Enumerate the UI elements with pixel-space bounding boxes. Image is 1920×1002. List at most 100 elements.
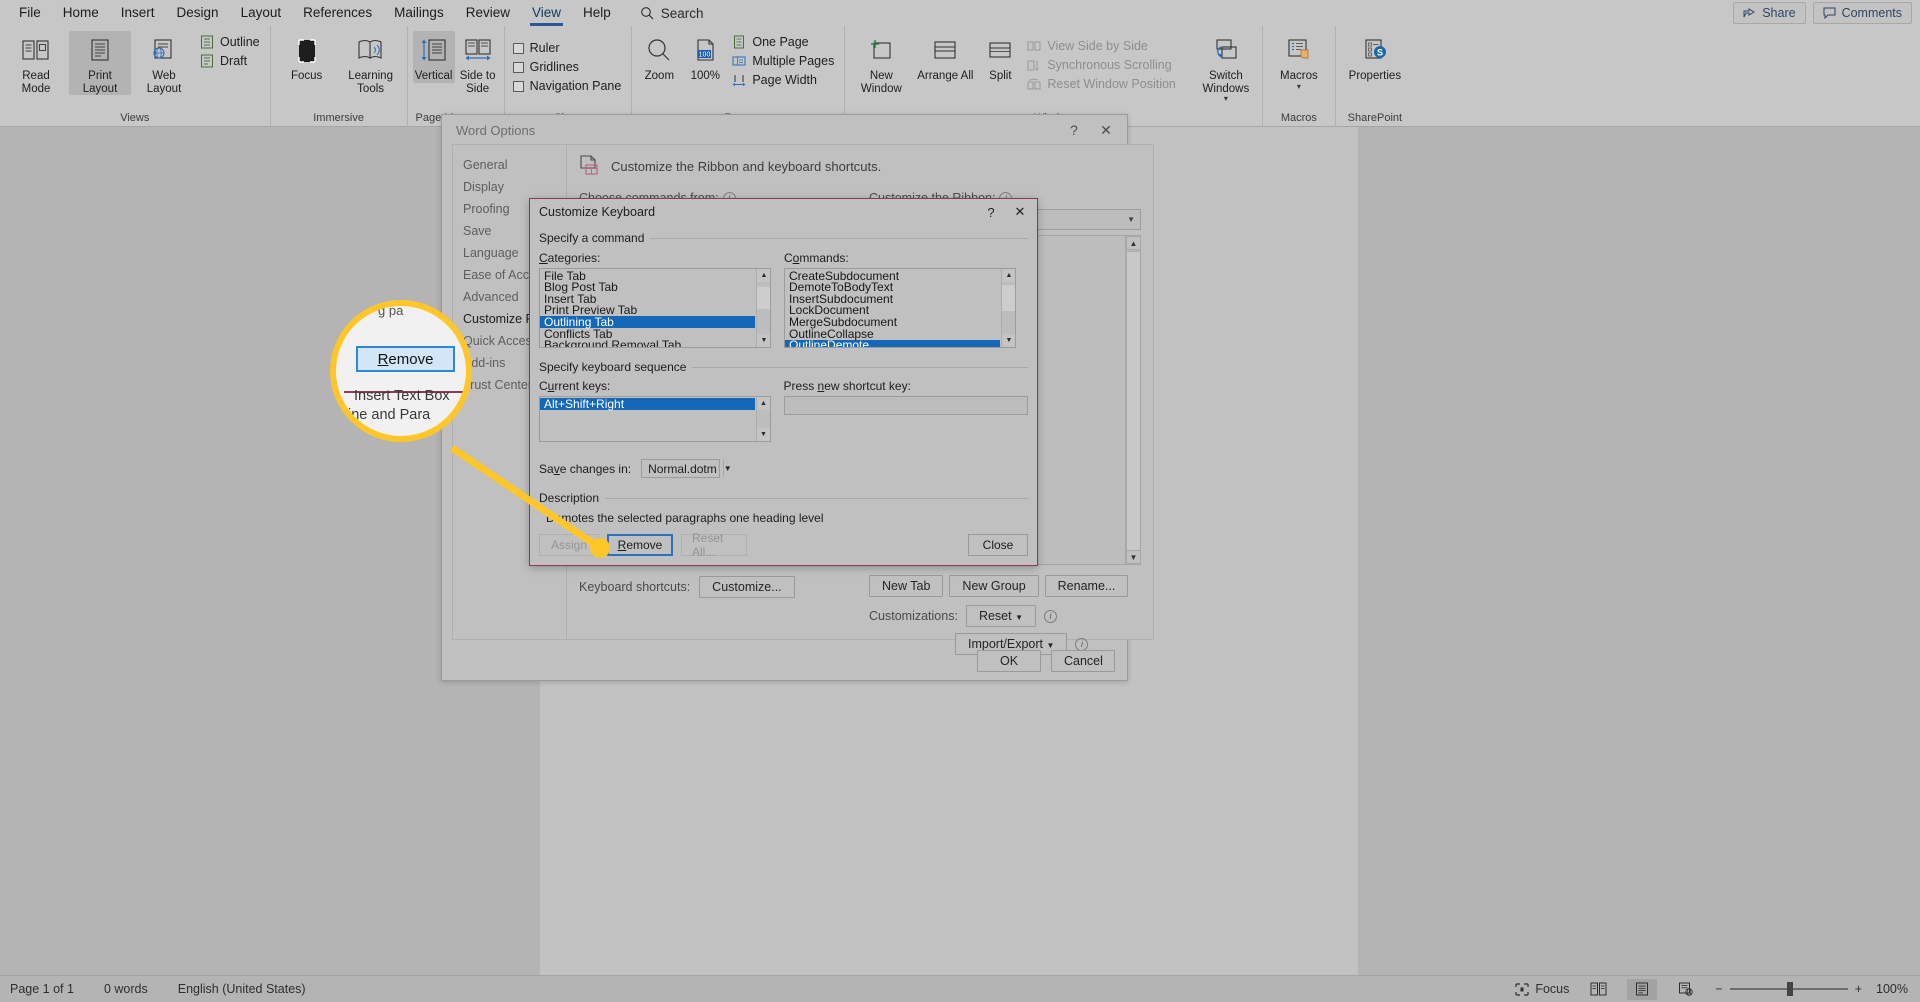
comments-button[interactable]: Comments	[1812, 2, 1912, 24]
sidebar-item-general[interactable]: General	[453, 154, 566, 176]
close-icon[interactable]: ✕	[1091, 119, 1121, 141]
one-page-button[interactable]: One Page	[729, 33, 839, 51]
customize-keyboard-button[interactable]: Customize...	[699, 576, 795, 598]
list-item[interactable]: Background Removal Tab	[540, 339, 755, 347]
tab-view[interactable]: View	[521, 2, 572, 26]
zoom-in-button[interactable]: +	[1855, 982, 1862, 996]
share-button[interactable]: Share	[1733, 2, 1806, 24]
focus-button[interactable]: Focus	[276, 31, 338, 83]
macros-button[interactable]: Macros ▾	[1268, 31, 1330, 91]
scroll-down-icon[interactable]: ▼	[757, 334, 770, 347]
new-window-button[interactable]: New Window	[850, 31, 912, 95]
web-layout-button[interactable]: Web Layout	[133, 31, 195, 95]
scroll-up-icon[interactable]: ▲	[1126, 236, 1140, 250]
assign-button[interactable]: Assign	[539, 534, 599, 556]
draft-button[interactable]: Draft	[197, 52, 265, 70]
ok-button[interactable]: OK	[977, 650, 1041, 672]
magnified-remove-label: Remove	[377, 350, 434, 368]
tab-layout[interactable]: Layout	[230, 2, 293, 25]
right-listbox-scrollbar[interactable]: ▲ ▼	[1125, 236, 1140, 564]
list-item-selected[interactable]: OutlineDemote	[785, 339, 1000, 347]
description-legend: Description	[539, 491, 606, 505]
properties-button[interactable]: S Properties	[1341, 31, 1409, 83]
scroll-down-icon[interactable]: ▼	[1126, 550, 1140, 564]
navigation-pane-checkbox[interactable]: Navigation Pane	[510, 77, 627, 95]
zoom-out-button[interactable]: −	[1715, 982, 1722, 996]
tab-file[interactable]: File	[8, 2, 52, 25]
commands-listbox[interactable]: CreateSubdocument DemoteToBodyText Inser…	[784, 268, 1016, 348]
current-keys-scrollbar[interactable]: ▲ ▼	[755, 397, 770, 441]
zoom-slider[interactable]: − +	[1715, 982, 1862, 996]
info-icon[interactable]: i	[1044, 609, 1057, 623]
status-bar-left: Page 1 of 1 0 words English (United Stat…	[0, 982, 306, 996]
synchronous-scrolling-button[interactable]: Synchronous Scrolling	[1024, 56, 1181, 74]
web-layout-view-icon[interactable]	[1671, 979, 1701, 1000]
outline-button[interactable]: Outline	[197, 33, 265, 51]
switch-windows-button[interactable]: Switch Windows ▾	[1195, 31, 1257, 103]
sidebar-item-display[interactable]: Display	[453, 176, 566, 198]
reset-window-position-button[interactable]: Reset Window Position	[1024, 75, 1181, 93]
new-window-icon	[866, 34, 896, 68]
vertical-button[interactable]: Vertical	[412, 31, 455, 83]
zoom-button[interactable]: Zoom	[637, 31, 681, 83]
magnified-remove-button[interactable]: Remove	[356, 346, 455, 372]
current-keys-listbox[interactable]: Alt+Shift+Right ▲ ▼	[539, 396, 771, 442]
word-count[interactable]: 0 words	[104, 982, 148, 996]
press-new-shortcut-input[interactable]	[783, 396, 1028, 415]
language-indicator[interactable]: English (United States)	[178, 982, 306, 996]
ruler-checkbox[interactable]: Ruler	[510, 39, 627, 57]
info-icon[interactable]: i	[1075, 637, 1089, 651]
cancel-button[interactable]: Cancel	[1051, 650, 1115, 672]
rename-button[interactable]: Rename...	[1044, 575, 1129, 597]
commands-scrollbar[interactable]: ▲ ▼	[1001, 269, 1015, 347]
chevron-down-icon: ▾	[1296, 81, 1301, 91]
zoom-level-label[interactable]: 100%	[1876, 982, 1908, 996]
help-button[interactable]: ?	[1059, 119, 1089, 141]
tab-references[interactable]: References	[292, 2, 383, 25]
view-side-by-side-button[interactable]: View Side by Side	[1024, 37, 1181, 55]
help-button[interactable]: ?	[978, 202, 1004, 222]
reset-all-button[interactable]: Reset All...	[681, 531, 747, 559]
reset-button[interactable]: Reset ▼	[965, 605, 1036, 627]
gridlines-checkbox[interactable]: Gridlines	[510, 58, 627, 76]
close-icon[interactable]: ✕	[1007, 202, 1033, 222]
new-group-button[interactable]: New Group	[949, 575, 1039, 597]
new-tab-button[interactable]: New Tab	[869, 575, 944, 597]
tab-review[interactable]: Review	[455, 2, 521, 25]
list-item-selected[interactable]: Alt+Shift+Right	[540, 398, 755, 410]
arrange-all-button[interactable]: Arrange All	[914, 31, 976, 83]
read-mode-button[interactable]: Read Mode	[5, 31, 67, 95]
magnified-line-1: Insert Text Box	[354, 388, 450, 404]
chevron-down-icon[interactable]: ▼	[722, 460, 732, 477]
print-layout-view-icon[interactable]	[1627, 978, 1658, 1000]
page-indicator[interactable]: Page 1 of 1	[10, 982, 74, 996]
focus-mode-button[interactable]: Focus	[1515, 982, 1569, 996]
categories-scrollbar[interactable]: ▲ ▼	[756, 269, 770, 347]
scroll-down-icon[interactable]: ▼	[1002, 334, 1015, 347]
split-button[interactable]: Split	[978, 31, 1022, 83]
save-changes-dropdown[interactable]: Normal.dotm ▼	[641, 459, 732, 478]
tab-help[interactable]: Help	[572, 2, 622, 25]
search-box[interactable]: Search	[640, 6, 704, 21]
zoom-slider-thumb[interactable]	[1786, 982, 1793, 996]
tab-mailings[interactable]: Mailings	[383, 2, 455, 25]
remove-button[interactable]: Remove	[607, 534, 673, 556]
scroll-up-icon[interactable]: ▲	[756, 397, 770, 410]
tab-insert[interactable]: Insert	[110, 2, 166, 25]
zoom-slider-track[interactable]	[1729, 982, 1848, 996]
scroll-up-icon[interactable]: ▲	[757, 269, 770, 282]
close-button[interactable]: Close	[968, 534, 1028, 556]
scroll-down-icon[interactable]: ▼	[756, 428, 770, 441]
page-width-button[interactable]: Page Width	[729, 71, 839, 89]
tab-home[interactable]: Home	[52, 2, 110, 25]
scroll-up-icon[interactable]: ▲	[1002, 269, 1015, 282]
learning-tools-button[interactable]: Learning Tools	[340, 31, 402, 95]
print-layout-button[interactable]: Print Layout	[69, 31, 131, 95]
multiple-pages-button[interactable]: Multiple Pages	[729, 52, 839, 70]
zoom-100-button[interactable]: 100 100%	[683, 31, 727, 83]
read-mode-view-icon[interactable]	[1583, 979, 1613, 1000]
categories-listbox[interactable]: File Tab Blog Post Tab Insert Tab Print …	[539, 268, 771, 348]
tab-design[interactable]: Design	[166, 2, 230, 25]
side-to-side-button[interactable]: Side to Side	[457, 31, 499, 95]
ribbon-group-immersive: Focus Learning Tools Immersive	[271, 26, 408, 127]
